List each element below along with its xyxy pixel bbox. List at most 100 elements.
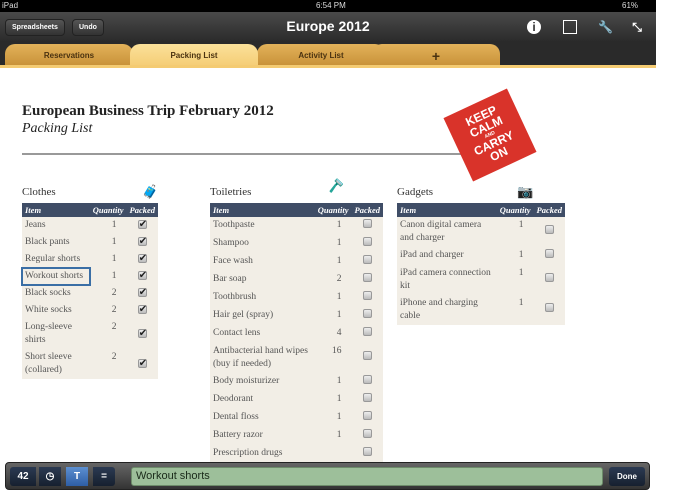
packed-cell[interactable]	[534, 217, 566, 247]
quantity-cell[interactable]: 2	[90, 349, 127, 379]
packed-cell[interactable]: ✔	[127, 268, 159, 285]
packed-cell[interactable]: ✔	[127, 349, 159, 379]
packed-cell[interactable]	[534, 265, 566, 295]
packed-checkbox[interactable]: ✔	[137, 305, 147, 315]
packed-checkbox[interactable]: ✔	[137, 358, 147, 368]
item-cell[interactable]: Prescription drugs	[210, 445, 315, 463]
packed-cell[interactable]: ✔	[127, 285, 159, 302]
number-keyboard-button[interactable]: 42	[10, 467, 36, 486]
item-cell[interactable]: Jeans	[22, 217, 90, 234]
quantity-cell[interactable]: 4	[315, 325, 352, 343]
item-cell[interactable]: Shampoo	[210, 235, 315, 253]
media-icon[interactable]	[563, 20, 577, 34]
keep-calm-poster[interactable]: KEEP CALM AND CARRY ON	[443, 88, 537, 182]
packed-cell[interactable]	[352, 325, 384, 343]
packed-cell[interactable]	[352, 217, 384, 235]
quantity-cell[interactable]: 1	[90, 234, 127, 251]
packed-cell[interactable]	[352, 427, 384, 445]
packed-cell[interactable]	[352, 289, 384, 307]
packed-cell[interactable]	[352, 271, 384, 289]
quantity-cell[interactable]: 1	[315, 427, 352, 445]
packed-cell[interactable]	[534, 247, 566, 265]
packed-checkbox[interactable]	[362, 327, 372, 336]
info-icon[interactable]: i	[527, 20, 541, 34]
packed-checkbox[interactable]: ✔	[137, 220, 147, 230]
quantity-cell[interactable]: 1	[315, 409, 352, 427]
packed-checkbox[interactable]	[362, 429, 372, 438]
item-cell[interactable]: Canon digital camera and charger	[397, 217, 497, 247]
item-cell[interactable]: Long-sleeve shirts	[22, 319, 90, 349]
packed-cell[interactable]	[352, 253, 384, 271]
packed-checkbox[interactable]	[362, 291, 372, 300]
packed-checkbox[interactable]	[362, 273, 372, 282]
packed-cell[interactable]	[352, 373, 384, 391]
quantity-cell[interactable]: 2	[90, 319, 127, 349]
packed-cell[interactable]: ✔	[127, 302, 159, 319]
item-cell[interactable]: Face wash	[210, 253, 315, 271]
packed-checkbox[interactable]	[362, 255, 372, 264]
packed-cell[interactable]: ✔	[127, 234, 159, 251]
item-cell[interactable]: Body moisturizer	[210, 373, 315, 391]
quantity-cell[interactable]: 1	[497, 247, 534, 265]
packed-checkbox[interactable]	[544, 303, 554, 312]
quantity-cell[interactable]: 2	[315, 271, 352, 289]
clock-icon[interactable]: ◷	[39, 467, 61, 486]
quantity-cell[interactable]: 1	[315, 217, 352, 235]
packed-cell[interactable]	[352, 235, 384, 253]
item-cell[interactable]: Black socks	[22, 285, 90, 302]
item-cell[interactable]: Dental floss	[210, 409, 315, 427]
text-keyboard-button[interactable]: T	[66, 467, 88, 486]
quantity-cell[interactable]: 1	[497, 295, 534, 325]
item-cell[interactable]: Hair gel (spray)	[210, 307, 315, 325]
quantity-cell[interactable]: 1	[315, 373, 352, 391]
packed-cell[interactable]: ✔	[127, 319, 159, 349]
packed-cell[interactable]: ✔	[127, 217, 159, 234]
quantity-cell[interactable]: 2	[90, 285, 127, 302]
item-cell[interactable]: Toothbrush	[210, 289, 315, 307]
quantity-cell[interactable]: 1	[497, 265, 534, 295]
packed-checkbox[interactable]: ✔	[137, 288, 147, 298]
quantity-cell[interactable]: 1	[315, 391, 352, 409]
item-cell[interactable]: Deodorant	[210, 391, 315, 409]
packed-checkbox[interactable]	[362, 309, 372, 318]
item-cell[interactable]: iPad camera connection kit	[397, 265, 497, 295]
item-cell[interactable]: Black pants	[22, 234, 90, 251]
item-cell[interactable]: Contact lens	[210, 325, 315, 343]
quantity-cell[interactable]: 1	[90, 251, 127, 268]
quantity-cell[interactable]	[315, 445, 352, 463]
item-cell[interactable]: iPhone and charging cable	[397, 295, 497, 325]
packed-checkbox[interactable]: ✔	[137, 271, 147, 281]
packed-cell[interactable]	[352, 445, 384, 463]
packed-checkbox[interactable]	[362, 351, 372, 360]
item-cell[interactable]: Regular shorts	[22, 251, 90, 268]
packed-checkbox[interactable]	[362, 411, 372, 420]
packed-checkbox[interactable]: ✔	[137, 328, 147, 338]
quantity-cell[interactable]: 1	[315, 235, 352, 253]
packed-checkbox[interactable]: ✔	[137, 254, 147, 264]
packed-checkbox[interactable]	[362, 219, 372, 228]
packed-checkbox[interactable]	[362, 393, 372, 402]
quantity-cell[interactable]: 16	[315, 343, 352, 373]
done-button[interactable]: Done	[609, 467, 645, 486]
quantity-cell[interactable]: 2	[90, 302, 127, 319]
packed-cell[interactable]	[534, 295, 566, 325]
packed-checkbox[interactable]	[544, 225, 554, 234]
item-cell[interactable]: Toothpaste	[210, 217, 315, 235]
quantity-cell[interactable]: 1	[315, 289, 352, 307]
quantity-cell[interactable]: 1	[315, 307, 352, 325]
fullscreen-icon[interactable]: ⤡	[630, 20, 644, 34]
packed-cell[interactable]	[352, 391, 384, 409]
item-cell[interactable]: iPad and charger	[397, 247, 497, 265]
packed-checkbox[interactable]	[362, 237, 372, 246]
item-cell[interactable]: White socks	[22, 302, 90, 319]
packed-cell[interactable]	[352, 307, 384, 325]
packed-checkbox[interactable]	[362, 375, 372, 384]
wrench-icon[interactable]: 🔧	[598, 20, 613, 34]
item-cell[interactable]: Workout shorts	[21, 267, 91, 286]
packed-cell[interactable]	[352, 409, 384, 427]
quantity-cell[interactable]: 1	[90, 268, 127, 285]
item-cell[interactable]: Short sleeve (collared)	[22, 349, 90, 379]
item-cell[interactable]: Antibacterial hand wipes (buy if needed)	[210, 343, 315, 373]
formula-button[interactable]: =	[93, 467, 115, 486]
packed-checkbox[interactable]	[544, 249, 554, 258]
